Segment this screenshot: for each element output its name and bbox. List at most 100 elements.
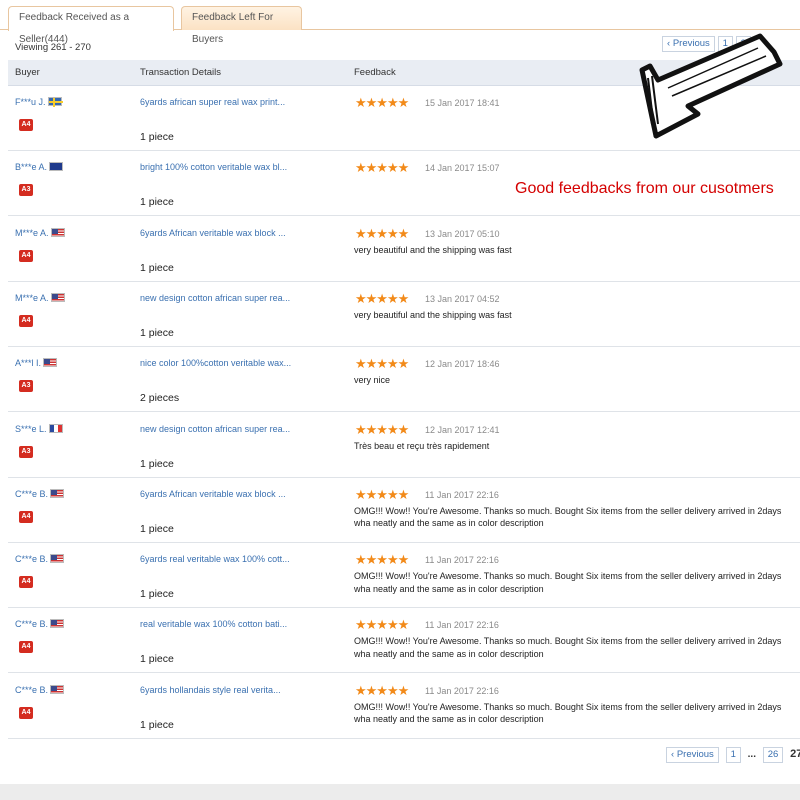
buyer-name: C***e B. [15,619,49,630]
quantity: 1 piece [140,326,174,339]
table-row: M***e A. A4 6yards African veritable wax b… [8,217,800,282]
buyer-level-badge: A4 [19,249,33,262]
table-row: A***l I. A3 nice color 100%cotton veritabl… [8,347,800,413]
pager-ellipsis: ... [747,749,756,760]
product-link[interactable]: 6yards hollandais style real verita... [140,685,281,695]
pager-bottom: ‹ Previous 1 ... 26 27 [666,747,800,763]
star-rating: ★★★★★ [355,290,409,306]
buyer-level-badge: A4 [19,576,33,589]
star-rating: ★★★★★ [355,160,409,176]
quantity: 1 piece [140,457,174,470]
buyer-name: C***e B. [15,488,49,499]
current-page: 27 [790,748,800,760]
tab-received-as-seller[interactable]: Feedback Received as a Seller(444) [8,6,174,45]
feedback-date: 12 Jan 2017 12:41 [425,424,500,435]
buyer-name: A***l I. [15,358,42,369]
buyer-level-badge: A4 [19,119,33,131]
buyer-level-badge: A3 [19,445,33,458]
feedback-date: 11 Jan 2017 22:16 [425,620,499,631]
footer-bar [0,784,800,800]
star-rating: ★★★★★ [355,225,409,241]
feedback-date: 13 Jan 2017 05:10 [425,228,500,239]
product-link[interactable]: new design cotton african super rea... [140,424,290,434]
buyer-link[interactable]: A***l I. [15,358,58,369]
column-header-buyer: Buyer [15,67,40,78]
buyer-link[interactable]: B***e A. [15,162,64,173]
feedback-date: 13 Jan 2017 04:52 [425,293,500,304]
tab-left-for-buyers[interactable]: Feedback Left For Buyers [181,6,302,45]
buyer-link[interactable]: F***u J. [15,97,63,107]
table-row: M***e A. A4 new design cotton african supe… [8,282,800,347]
country-flag-icon [43,358,58,368]
buyer-link[interactable]: C***e B. [15,619,65,630]
buyer-name: M***e A. [15,292,49,303]
page-1-button-bottom[interactable]: 1 [725,747,741,763]
star-rating: ★★★★★ [355,356,409,372]
buyer-name: F***u J. [15,97,46,107]
quantity: 1 piece [140,261,174,274]
country-flag-icon [47,97,63,107]
star-rating: ★★★★★ [355,552,409,568]
feedback-date: 11 Jan 2017 22:16 [425,489,499,500]
feedback-comment: OMG!!! Wow!! You're Awesome. Thanks so m… [354,505,782,529]
feedback-comment: OMG!!! Wow!! You're Awesome. Thanks so m… [354,701,782,725]
previous-label: Previous [676,749,714,760]
buyer-level-badge: A4 [19,510,33,523]
buyer-level-badge: A4 [19,314,33,327]
pointing-arrow-icon [639,33,783,139]
feedback-comment: very nice [354,375,391,386]
buyer-link[interactable]: C***e B. [15,488,65,499]
product-link[interactable]: 6yards african super real wax print... [140,97,285,107]
feedback-comment: Très beau et reçu très rapidement [354,440,490,451]
column-header-feedback: Feedback [354,67,396,78]
buyer-level-badge: A4 [19,706,33,719]
buyer-link[interactable]: S***e L. [15,423,63,434]
country-flag-icon [50,292,65,302]
feedback-comment: very beautiful and the shipping was fast [354,244,512,255]
table-row: C***e B. A4 6yards real veritable wax 100%… [8,543,800,609]
table-row: C***e B. A4 6yards hollandais style real v… [8,674,800,739]
product-link[interactable]: 6yards African veritable wax block ... [140,228,286,238]
product-link[interactable]: new design cotton african super rea... [140,293,290,303]
annotation-text: Good feedbacks from our cusotmers [515,180,774,197]
feedback-comment: OMG!!! Wow!! You're Awesome. Thanks so m… [354,571,782,594]
product-link[interactable]: 6yards real veritable wax 100% cott... [140,554,290,564]
country-flag-icon [50,684,65,694]
table-row: C***e B. A4 6yards African veritable wax b… [8,478,800,543]
buyer-name: M***e A. [15,227,49,238]
buyer-link[interactable]: M***e A. [15,292,65,303]
quantity: 1 piece [140,522,174,535]
feedback-date: 14 Jan 2017 15:07 [425,163,500,174]
country-flag-icon [49,162,64,172]
star-rating: ★★★★★ [355,682,409,698]
feedback-date: 11 Jan 2017 22:16 [425,685,499,696]
quantity: 1 piece [140,718,174,731]
buyer-level-badge: A3 [19,380,33,393]
buyer-name: C***e B. [15,684,49,695]
country-flag-icon [50,488,65,498]
country-flag-icon [50,619,65,629]
buyer-level-badge: A3 [19,184,33,197]
quantity: 1 piece [140,588,174,601]
country-flag-icon [50,227,65,237]
buyer-link[interactable]: C***e B. [15,554,65,565]
product-link[interactable]: 6yards African veritable wax block ... [140,489,286,499]
buyer-link[interactable]: C***e B. [15,684,65,695]
star-rating: ★★★★★ [355,617,409,633]
product-link[interactable]: bright 100% cotton veritable wax bl... [140,162,287,172]
star-rating: ★★★★★ [355,95,409,110]
buyer-name: B***e A. [15,162,48,173]
product-link[interactable]: real veritable wax 100% cotton bati... [140,619,287,629]
country-flag-icon [50,554,65,564]
star-rating: ★★★★★ [355,486,409,502]
quantity: 2 pieces [140,392,180,405]
quantity: 1 piece [140,131,174,143]
page-26-button[interactable]: 26 [762,747,784,763]
buyer-link[interactable]: M***e A. [15,227,65,238]
product-link[interactable]: nice color 100%cotton veritable wax... [140,358,291,368]
previous-page-button-bottom[interactable]: ‹ Previous [666,747,719,763]
buyer-level-badge: A4 [19,641,33,654]
buyer-name: C***e B. [15,554,49,565]
quantity: 1 piece [140,653,174,666]
quantity: 1 piece [140,196,174,209]
